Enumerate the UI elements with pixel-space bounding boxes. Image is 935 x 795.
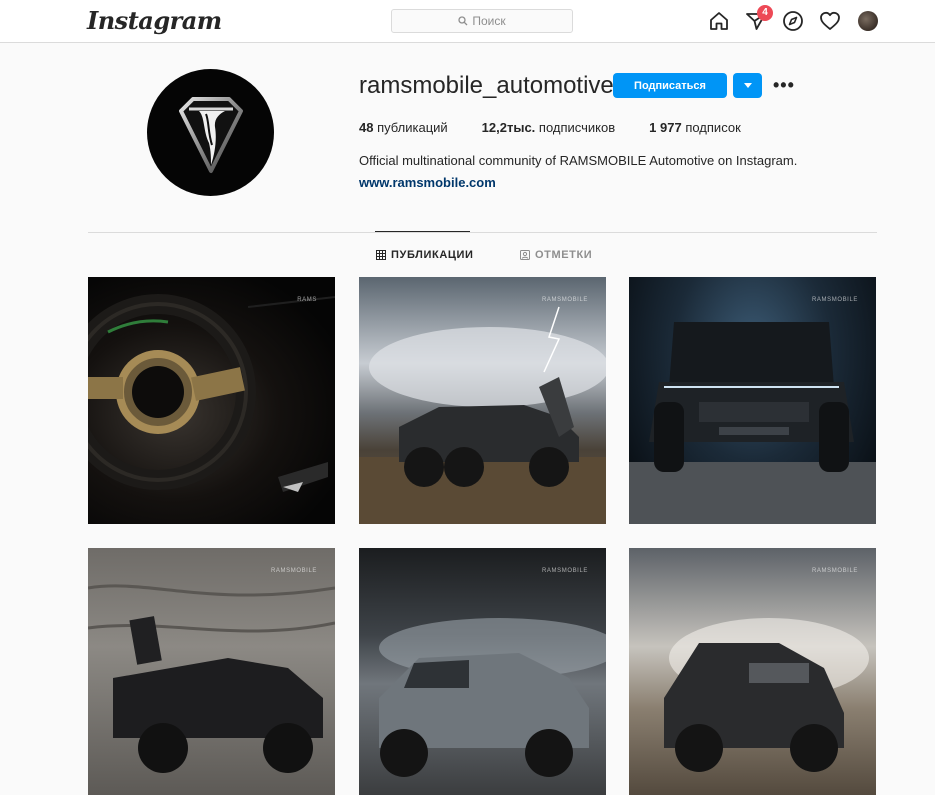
tagged-icon bbox=[520, 250, 530, 260]
stat-posts: 48 публикаций bbox=[359, 120, 448, 135]
active-tab-indicator bbox=[375, 231, 470, 232]
profile-stats: 48 публикаций 12,2тыс. подписчиков 1 977… bbox=[359, 120, 775, 135]
suv-side-image bbox=[379, 618, 606, 777]
suggestions-dropdown-button[interactable] bbox=[733, 73, 762, 98]
post-watermark: RAMSMOBILE bbox=[541, 568, 588, 574]
home-icon[interactable] bbox=[708, 10, 730, 32]
stat-following-label: подписок bbox=[685, 120, 741, 135]
profile-website-link[interactable]: www.ramsmobile.com bbox=[359, 175, 496, 190]
stat-followers-label: подписчиков bbox=[538, 120, 616, 135]
grid-icon bbox=[376, 250, 386, 260]
stat-followers[interactable]: 12,2тыс. подписчиков bbox=[482, 120, 615, 135]
tab-tagged[interactable]: ОТМЕТКИ bbox=[520, 249, 592, 261]
post-thumbnail[interactable]: RAMSMOBILE bbox=[629, 548, 876, 795]
stat-following[interactable]: 1 977 подписок bbox=[649, 120, 741, 135]
suv-desert-image bbox=[88, 584, 335, 773]
profile-bio: Official multinational community of RAMS… bbox=[359, 153, 798, 168]
notification-badge: 4 bbox=[757, 5, 773, 21]
suv-front-image bbox=[629, 322, 876, 524]
suv-dust-image bbox=[664, 618, 869, 772]
profile-avatar[interactable] bbox=[858, 11, 878, 31]
post-watermark: RAMSMOBILE bbox=[270, 568, 317, 574]
post-thumbnail[interactable]: RAMS bbox=[88, 277, 335, 524]
search-placeholder: Поиск bbox=[472, 14, 506, 28]
search-input[interactable]: Поиск bbox=[391, 9, 573, 33]
steering-wheel-image bbox=[88, 294, 335, 492]
post-watermark: RAMSMOBILE bbox=[811, 297, 858, 303]
heart-icon[interactable] bbox=[819, 10, 841, 32]
post-thumbnail[interactable]: RAMSMOBILE bbox=[88, 548, 335, 795]
direct-icon[interactable]: 4 bbox=[745, 5, 773, 32]
instagram-logo[interactable]: Instagram bbox=[87, 6, 222, 35]
search-icon bbox=[458, 16, 468, 26]
follow-button[interactable]: Подписаться bbox=[613, 73, 727, 98]
stat-followers-value: 12,2тыс. bbox=[481, 120, 536, 135]
tabs-divider bbox=[88, 232, 877, 233]
diamond-logo-icon bbox=[178, 96, 243, 173]
post-watermark: RAMSMOBILE bbox=[541, 297, 588, 303]
top-nav: Instagram Поиск 4 bbox=[0, 0, 935, 43]
post-watermark: RAMS bbox=[297, 297, 317, 303]
post-thumbnail[interactable]: RAMSMOBILE bbox=[359, 548, 606, 795]
stat-following-value: 1 977 bbox=[649, 120, 682, 135]
post-thumbnail[interactable]: RAMSMOBILE bbox=[359, 277, 606, 524]
suv-storm-image bbox=[359, 306, 606, 524]
profile-picture[interactable] bbox=[147, 69, 274, 196]
more-options-button[interactable]: ••• bbox=[773, 76, 795, 94]
stat-posts-label: публикаций bbox=[377, 120, 448, 135]
caret-down-icon bbox=[743, 82, 752, 88]
tab-posts[interactable]: ПУБЛИКАЦИИ bbox=[376, 249, 474, 261]
post-watermark: RAMSMOBILE bbox=[811, 568, 858, 574]
profile-username: ramsmobile_automotive bbox=[359, 72, 614, 99]
stat-posts-value: 48 bbox=[359, 120, 374, 135]
tab-posts-label: ПУБЛИКАЦИИ bbox=[391, 249, 474, 261]
tab-tagged-label: ОТМЕТКИ bbox=[535, 249, 593, 261]
post-thumbnail[interactable]: RAMSMOBILE bbox=[629, 277, 876, 524]
explore-icon[interactable] bbox=[782, 10, 804, 32]
